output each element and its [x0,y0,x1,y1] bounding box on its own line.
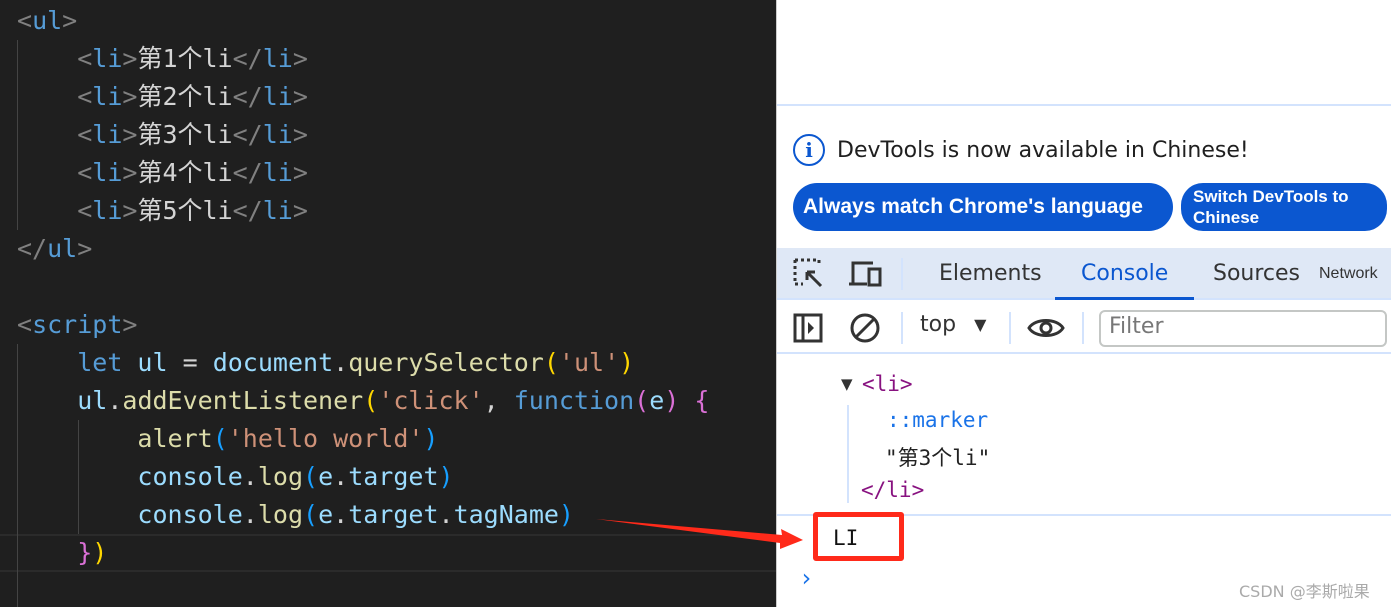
annotation-arrow [596,519,803,549]
red-arrow-icon [596,519,803,549]
